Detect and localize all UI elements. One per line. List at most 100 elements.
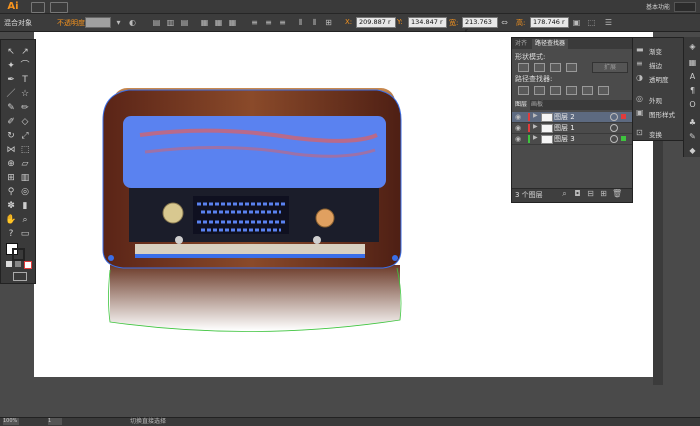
align-right-icon[interactable]: ▤ (180, 18, 189, 27)
pen-tool-icon[interactable]: ✒ (5, 74, 17, 86)
tab-artboards[interactable]: 画板 (528, 100, 546, 110)
mesh-tool-icon[interactable]: ⊞ (5, 172, 17, 184)
recolor-icon[interactable]: ◐ (128, 18, 137, 27)
layer-row-2[interactable]: ◉ ▶ 图层 2 (512, 112, 632, 123)
height-field[interactable]: 178.746 r (530, 17, 569, 28)
distribute-left-icon[interactable]: ⫴ (296, 18, 305, 27)
panel-transform[interactable]: ⊡ 变换 (633, 126, 688, 139)
delete-layer-icon[interactable]: 🗑 (612, 189, 622, 198)
target-circle-icon[interactable] (610, 124, 618, 132)
paragraph-icon[interactable]: ¶ (687, 85, 698, 96)
stroke-swatch[interactable] (12, 248, 25, 261)
layer-name[interactable]: 图层 2 (554, 112, 575, 122)
brushes-icon[interactable]: ✎ (687, 131, 698, 142)
panel-transparency[interactable]: ◑ 透明度 (633, 71, 688, 84)
magic-wand-tool-icon[interactable]: ✦ (5, 60, 17, 72)
paintbrush-tool-icon[interactable]: ✎ (5, 102, 17, 114)
gradient-mode-icon[interactable] (15, 261, 21, 267)
target-circle-icon[interactable] (610, 113, 618, 121)
shape-builder-tool-icon[interactable]: ⊕ (5, 158, 17, 170)
symbols-icon[interactable]: ♣ (687, 117, 698, 128)
screen-mode-icon[interactable] (13, 272, 27, 281)
pencil-tool-icon[interactable]: ✏ (19, 102, 31, 114)
blob-brush-tool-icon[interactable]: ✐ (5, 116, 17, 128)
intersect-icon[interactable] (550, 63, 561, 72)
help-icon[interactable]: ? (5, 228, 17, 240)
align-vcenter-icon[interactable]: ▦ (214, 18, 223, 27)
panel-appearance[interactable]: ◎ 外观 (633, 92, 688, 105)
eyedropper-tool-icon[interactable]: ⚲ (5, 186, 17, 198)
bridge-icon[interactable] (31, 2, 45, 13)
line-tool-icon[interactable]: ／ (5, 88, 17, 100)
symbol-sprayer-tool-icon[interactable]: ✽ (5, 200, 17, 212)
x-field[interactable]: 209.887 r (356, 17, 396, 28)
new-sublayer-icon[interactable]: ⊟ (586, 189, 595, 198)
divide-icon[interactable] (518, 86, 529, 95)
panel-menu-icon[interactable]: ☰ (604, 18, 613, 27)
selection-indicator[interactable] (621, 136, 626, 141)
direct-selection-tool-icon[interactable]: ↗ (19, 46, 31, 58)
locate-object-icon[interactable]: ⌕ (560, 189, 569, 198)
tab-pathfinder[interactable]: 路径查找器 (532, 39, 569, 49)
rotate-tool-icon[interactable]: ↻ (5, 130, 17, 142)
distribute-hcenter-icon[interactable]: ⫴ (310, 18, 319, 27)
arrange-documents-icon[interactable] (50, 2, 68, 13)
scale-tool-icon[interactable]: ⤢ (19, 130, 31, 142)
visibility-eye-icon[interactable]: ◉ (515, 124, 521, 132)
crop-icon[interactable] (566, 86, 577, 95)
constrain-proportions-icon[interactable]: ⇔ (500, 18, 509, 27)
opentype-icon[interactable]: O (687, 99, 698, 110)
distribute-center-icon[interactable]: ≡ (264, 18, 273, 27)
expand-arrow-icon[interactable]: ▶ (533, 112, 538, 119)
opacity-field[interactable] (85, 17, 111, 28)
exclude-icon[interactable] (566, 63, 577, 72)
artboard-number-field[interactable]: 1 (48, 418, 62, 425)
eraser-tool-icon[interactable]: ◇ (19, 116, 31, 128)
panel-stroke[interactable]: ≡ 描边 (633, 57, 688, 70)
merge-icon[interactable] (550, 86, 561, 95)
new-layer-icon[interactable]: ⊞ (599, 189, 608, 198)
isolate-icon[interactable]: ⬚ (587, 18, 596, 27)
workspace-switcher[interactable]: 基本功能 (646, 2, 670, 11)
layer-row-1[interactable]: ◉ ▶ 图层 1 (512, 123, 632, 134)
align-left-icon[interactable]: ▤ (152, 18, 161, 27)
lasso-tool-icon[interactable]: ⌒ (19, 60, 31, 72)
selection-indicator[interactable] (621, 114, 626, 119)
star-tool-icon[interactable]: ☆ (19, 88, 31, 100)
y-field[interactable]: 134.847 r (408, 17, 447, 28)
minus-front-icon[interactable] (534, 63, 545, 72)
tab-align[interactable]: 对齐 (512, 39, 530, 49)
opacity-label[interactable]: 不透明度: (57, 18, 87, 28)
character-icon[interactable]: A (687, 71, 698, 82)
target-circle-icon[interactable] (610, 135, 618, 143)
gradient-tool-icon[interactable]: ▥ (19, 172, 31, 184)
expand-button[interactable]: 扩展 (592, 62, 628, 73)
blend-tool-icon[interactable]: ◎ (19, 186, 31, 198)
align-bottom-icon[interactable]: ▦ (228, 18, 237, 27)
column-graph-tool-icon[interactable]: ▮ (19, 200, 31, 212)
zoom-field[interactable]: 100% (3, 418, 19, 425)
layers-dock-icon[interactable]: ◆ (687, 145, 698, 156)
search-input[interactable] (674, 2, 696, 12)
align-hcenter-icon[interactable]: ▥ (166, 18, 175, 27)
layer-name[interactable]: 图层 1 (554, 123, 575, 133)
distribute-top-icon[interactable]: ≡ (250, 18, 259, 27)
dropdown-chevron-icon[interactable]: ▾ (114, 18, 123, 27)
trim-icon[interactable] (534, 86, 545, 95)
unite-icon[interactable] (518, 63, 529, 72)
free-transform-tool-icon[interactable]: ⬚ (19, 144, 31, 156)
hand-tool-icon[interactable]: ✋ (5, 214, 17, 226)
type-tool-icon[interactable]: T (19, 74, 31, 86)
swatches-icon[interactable]: ▦ (687, 57, 698, 68)
clipping-mask-icon[interactable]: ◘ (573, 189, 582, 198)
minus-back-icon[interactable] (598, 86, 609, 95)
visibility-eye-icon[interactable]: ◉ (515, 135, 521, 143)
selection-tool-icon[interactable]: ↖ (5, 46, 17, 58)
reference-point-icon[interactable]: ⊞ (324, 18, 333, 27)
visibility-eye-icon[interactable]: ◉ (515, 113, 521, 121)
outline-icon[interactable] (582, 86, 593, 95)
perspective-grid-tool-icon[interactable]: ▱ (19, 158, 31, 170)
distribute-bottom-icon[interactable]: ≡ (278, 18, 287, 27)
width-field[interactable]: 213.763 r (462, 17, 498, 35)
panel-graphic-styles[interactable]: ▣ 图形样式 (633, 106, 688, 119)
